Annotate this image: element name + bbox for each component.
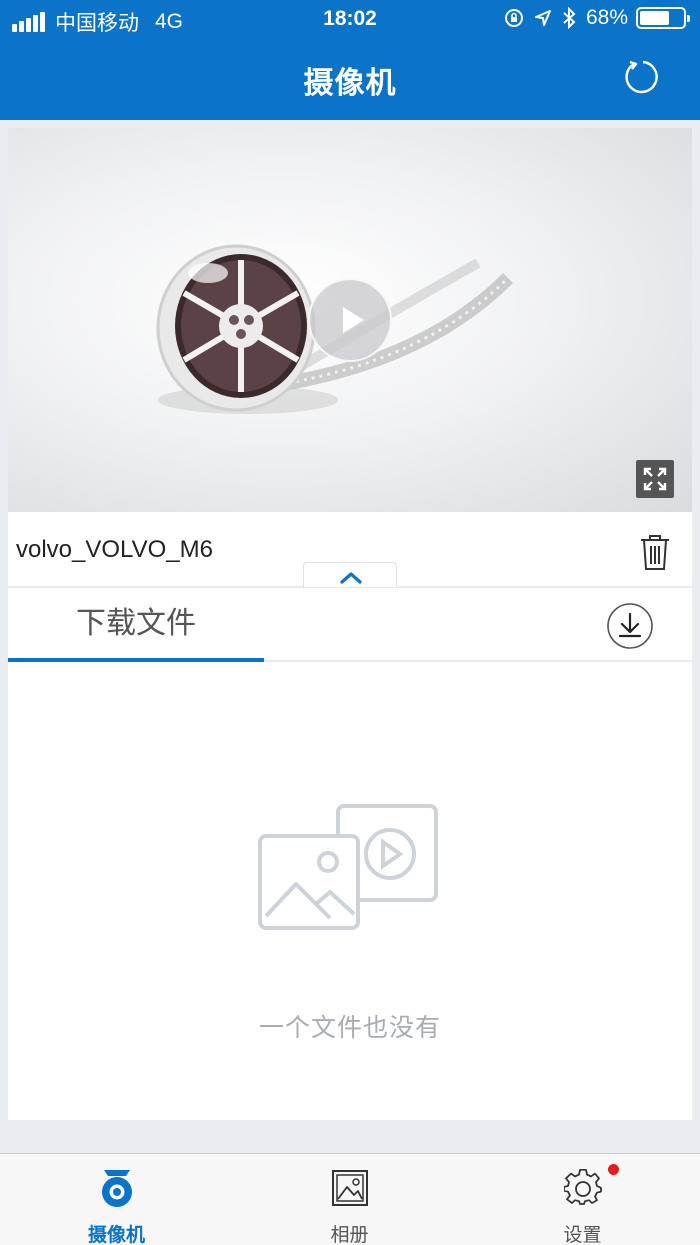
nav-item-settings[interactable]: 设置 [466,1154,699,1245]
file-list-panel: 一个文件也没有 [8,662,692,1120]
tab-download-files[interactable]: 下载文件 [8,588,264,662]
camera-icon [102,1170,132,1207]
album-icon [332,1170,368,1206]
location-icon [534,10,551,26]
bottom-nav: 摄像机 相册 设置 [0,1153,700,1245]
tab-bar: 下载文件 [8,587,692,662]
play-icon [343,307,364,333]
status-right: 68% [494,6,690,30]
device-row: volvo_VOLVO_M6 [8,512,692,588]
trash-icon[interactable] [638,532,672,572]
app-header: 中国移动 4G 18:02 68% 摄像机 [0,0,700,120]
gear-icon [564,1168,602,1205]
bluetooth-icon [563,7,576,29]
nav-label-album: 相册 [330,1225,369,1245]
video-player[interactable] [8,128,692,512]
nav-label-camera: 摄像机 [87,1225,145,1245]
refresh-icon[interactable] [620,56,662,98]
rotation-lock-icon [504,9,523,27]
battery-icon [636,7,690,29]
page-title: 摄像机 [303,67,397,100]
empty-message: 一个文件也没有 [258,1014,441,1042]
nav-item-camera[interactable]: 摄像机 [0,1154,233,1245]
tab-download-label: 下载文件 [76,607,196,640]
status-bar: 中国移动 4G 18:02 68% [0,0,700,38]
battery-level [640,11,669,25]
collapse-button[interactable] [303,562,397,588]
download-icon[interactable] [606,602,654,650]
play-button[interactable] [308,278,392,362]
fullscreen-icon [643,467,667,491]
nav-item-album[interactable]: 相册 [233,1154,466,1245]
chevron-up-icon [340,572,362,584]
nav-label-settings: 设置 [563,1225,602,1245]
settings-badge [608,1164,619,1175]
media-placeholder-icon [258,804,438,930]
device-name: volvo_VOLVO_M6 [16,536,213,563]
fullscreen-button[interactable] [636,460,674,498]
battery-percent: 68% [585,6,628,29]
